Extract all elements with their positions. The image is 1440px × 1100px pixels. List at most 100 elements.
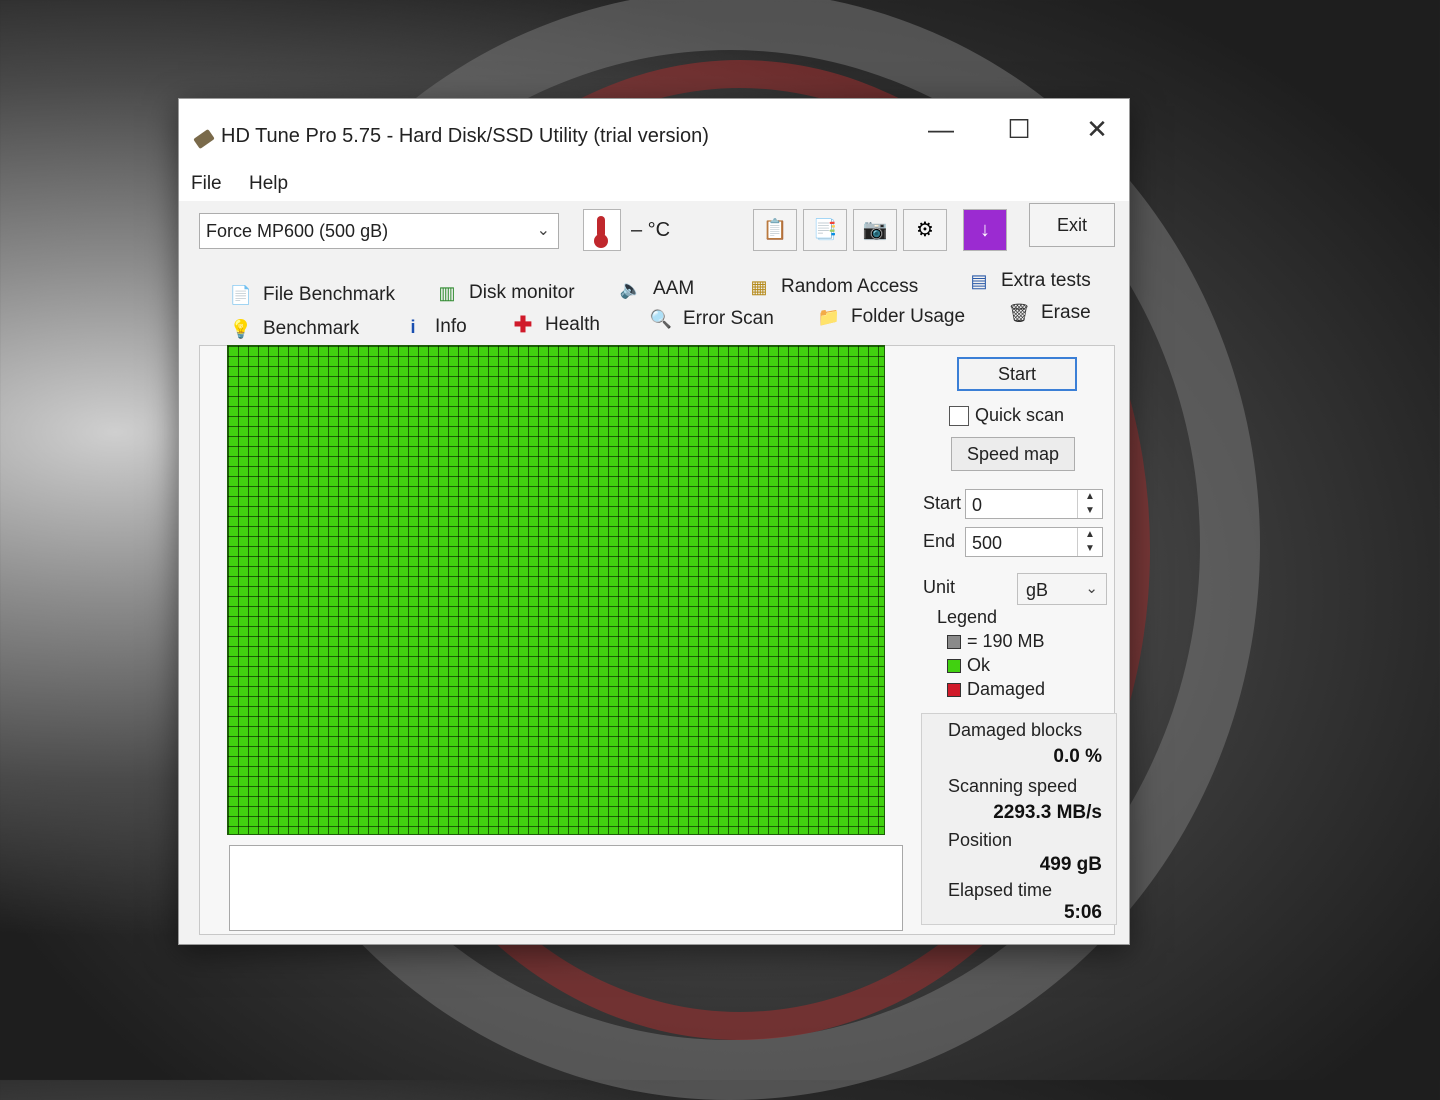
lightbulb-icon: 💡 bbox=[229, 319, 253, 339]
health-cross-icon: ✚ bbox=[513, 312, 533, 337]
tab-label: Extra tests bbox=[1001, 270, 1091, 291]
tab-extra-tests[interactable]: ▤ Extra tests bbox=[967, 269, 1091, 293]
spinner-arrows-icon[interactable]: ▲ ▼ bbox=[1077, 528, 1102, 556]
unit-label: Unit bbox=[923, 577, 956, 597]
disk-monitor-icon: ▥ bbox=[438, 283, 456, 303]
extra-tests-icon: ▤ bbox=[970, 271, 988, 291]
scan-block-map bbox=[227, 345, 885, 835]
tab-label: Folder Usage bbox=[851, 306, 966, 327]
tab-health[interactable]: ✚ Health bbox=[511, 313, 600, 337]
scanning-speed-label: Scanning speed bbox=[948, 776, 1078, 796]
info-icon: i bbox=[410, 317, 416, 337]
tab-aam[interactable]: 🔈 AAM bbox=[619, 277, 694, 301]
tab-label: Info bbox=[435, 316, 467, 337]
scan-stats: Damaged blocks 0.0 % Scanning speed 2293… bbox=[921, 713, 1117, 925]
close-button[interactable]: ✕ bbox=[1067, 109, 1127, 149]
position-value: 499 gB bbox=[1039, 854, 1102, 875]
file-benchmark-icon: 📄 bbox=[229, 285, 253, 305]
checkbox-box[interactable] bbox=[949, 405, 969, 426]
legend-block-size: = 190 MB bbox=[947, 631, 1045, 652]
window-title: HD Tune Pro 5.75 - Hard Disk/SSD Utility… bbox=[221, 125, 709, 147]
legend-title: Legend bbox=[937, 607, 998, 627]
unit-select-value: gB bbox=[1026, 580, 1049, 600]
trash-icon: 🗑 bbox=[1007, 303, 1031, 323]
tab-label: Disk monitor bbox=[469, 282, 575, 303]
tab-disk-monitor[interactable]: ▥ Disk monitor bbox=[435, 281, 575, 305]
maximize-button[interactable]: ☐ bbox=[989, 109, 1049, 149]
legend-block-label: = 190 MB bbox=[967, 631, 1045, 651]
end-input[interactable]: 500 ▲ ▼ bbox=[965, 527, 1103, 557]
copy-screenshot-icon: 📑 bbox=[812, 219, 838, 241]
tab-random-access[interactable]: ▦ Random Access bbox=[747, 275, 918, 299]
end-field-label: End bbox=[923, 531, 956, 551]
tab-error-scan[interactable]: 🔍 Error Scan bbox=[649, 307, 774, 331]
chevron-down-icon: ⌄ bbox=[1085, 580, 1098, 597]
tab-bar: 📄 File Benchmark ▥ Disk monitor 🔈 AAM ▦ … bbox=[179, 263, 1129, 343]
tab-benchmark[interactable]: 💡 Benchmark bbox=[229, 317, 359, 341]
hd-tune-window: HD Tune Pro 5.75 - Hard Disk/SSD Utility… bbox=[178, 98, 1130, 945]
save-button[interactable]: ↓ bbox=[963, 209, 1007, 251]
tab-file-benchmark[interactable]: 📄 File Benchmark bbox=[229, 283, 395, 307]
start-button[interactable]: Start bbox=[957, 357, 1077, 391]
menu-help[interactable]: Help bbox=[249, 173, 288, 195]
unit-select[interactable]: gB ⌄ bbox=[1017, 573, 1107, 605]
title-bar: HD Tune Pro 5.75 - Hard Disk/SSD Utility… bbox=[179, 99, 1129, 161]
legend-ok: Ok bbox=[947, 655, 990, 676]
scanning-speed-value: 2293.3 MB/s bbox=[993, 802, 1102, 823]
download-icon: ↓ bbox=[980, 219, 990, 241]
legend-ok-swatch bbox=[947, 658, 961, 673]
start-input[interactable]: 0 ▲ ▼ bbox=[965, 489, 1103, 519]
position-label: Position bbox=[948, 830, 1013, 850]
tab-label: AAM bbox=[653, 278, 695, 299]
tab-info[interactable]: i Info bbox=[401, 315, 467, 339]
options-icon: ⚙ bbox=[916, 219, 934, 241]
tab-label: Random Access bbox=[781, 276, 919, 297]
drive-select-value: Force MP600 (500 gB) bbox=[206, 221, 389, 241]
copy-screenshot-button[interactable]: 📑 bbox=[803, 209, 847, 251]
tab-folder-usage[interactable]: 📁 Folder Usage bbox=[817, 305, 965, 329]
tab-label: Error Scan bbox=[683, 308, 774, 329]
legend-ok-label: Ok bbox=[967, 655, 991, 675]
elapsed-time-label: Elapsed time bbox=[948, 880, 1053, 900]
tab-label: Benchmark bbox=[263, 318, 360, 339]
toolbar: Force MP600 (500 gB) ⌄ – °C 📋 📑 📷 ⚙ ↓ Ex… bbox=[179, 201, 1129, 263]
legend-damaged: Damaged bbox=[947, 679, 1045, 700]
options-button[interactable]: ⚙ bbox=[903, 209, 947, 251]
menu-bar: File Help bbox=[179, 161, 1129, 201]
speaker-icon: 🔈 bbox=[619, 279, 643, 299]
tab-label: Erase bbox=[1041, 302, 1091, 323]
screenshot-button[interactable]: 📷 bbox=[853, 209, 897, 251]
end-input-value: 500 bbox=[972, 533, 1003, 553]
legend-damaged-swatch bbox=[947, 682, 961, 697]
tab-label: Health bbox=[545, 314, 600, 335]
menu-file[interactable]: File bbox=[191, 173, 222, 195]
app-icon bbox=[193, 128, 215, 150]
tab-label: File Benchmark bbox=[263, 284, 395, 305]
chevron-down-icon: ⌄ bbox=[536, 222, 550, 239]
copy-text-icon: 📋 bbox=[762, 219, 788, 241]
damaged-blocks-label: Damaged blocks bbox=[948, 720, 1083, 740]
start-input-value: 0 bbox=[972, 495, 983, 515]
tab-erase[interactable]: 🗑 Erase bbox=[1007, 301, 1091, 325]
exit-button[interactable]: Exit bbox=[1029, 203, 1115, 247]
speed-map-button[interactable]: Speed map bbox=[951, 437, 1075, 471]
magnifier-icon: 🔍 bbox=[649, 309, 673, 329]
temperature-value: – °C bbox=[631, 219, 671, 241]
drive-select[interactable]: Force MP600 (500 gB) ⌄ bbox=[199, 213, 559, 249]
scan-log-box bbox=[229, 845, 903, 931]
copy-text-button[interactable]: 📋 bbox=[753, 209, 797, 251]
quick-scan-label: Quick scan bbox=[975, 405, 1065, 425]
random-access-icon: ▦ bbox=[750, 277, 768, 297]
camera-icon: 📷 bbox=[862, 219, 888, 241]
folder-icon: 📁 bbox=[817, 307, 841, 327]
scan-controls: Start Quick scan Speed map Start 0 ▲ ▼ En… bbox=[919, 345, 1119, 935]
minimize-button[interactable]: — bbox=[911, 109, 971, 149]
elapsed-time-value: 5:06 bbox=[1063, 902, 1102, 923]
quick-scan-checkbox[interactable]: Quick scan bbox=[949, 405, 1064, 426]
legend-block-swatch bbox=[947, 634, 961, 649]
thermometer-icon bbox=[583, 209, 621, 251]
spinner-arrows-icon[interactable]: ▲ ▼ bbox=[1077, 490, 1102, 518]
start-field-label: Start bbox=[923, 493, 962, 513]
legend-damaged-label: Damaged bbox=[967, 679, 1046, 699]
damaged-blocks-value: 0.0 % bbox=[1053, 746, 1102, 767]
